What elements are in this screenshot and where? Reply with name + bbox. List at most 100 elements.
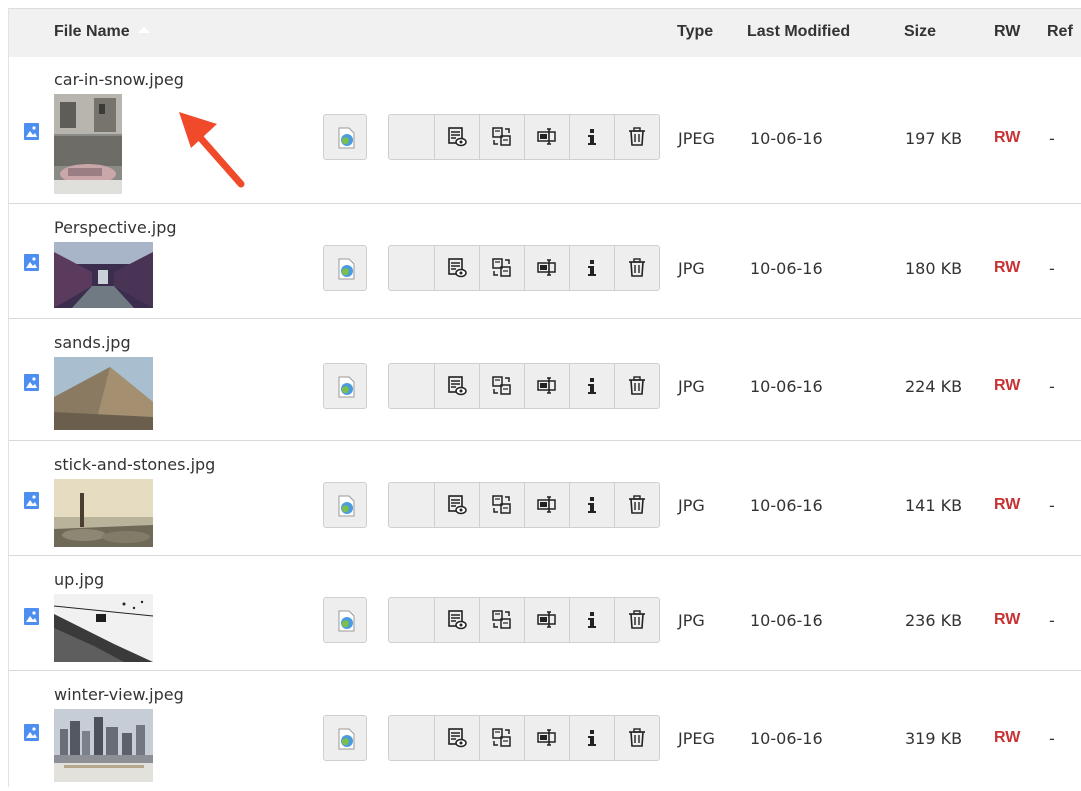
file-name-link[interactable]: winter-view.jpeg — [54, 685, 184, 704]
file-thumbnail[interactable] — [54, 594, 153, 662]
replace-file-icon — [492, 376, 511, 395]
file-references: - — [1049, 611, 1055, 630]
column-header-ref[interactable]: Ref — [1047, 23, 1073, 41]
replace-file-icon — [492, 127, 511, 146]
delete-button[interactable] — [614, 598, 659, 642]
rename-button[interactable] — [524, 716, 569, 760]
image-file-icon — [24, 123, 39, 140]
column-header-size[interactable]: Size — [904, 23, 936, 41]
delete-button[interactable] — [614, 364, 659, 408]
web-view-icon — [338, 728, 355, 750]
web-view-button[interactable] — [323, 363, 367, 409]
blank-action-button[interactable] — [389, 364, 434, 408]
file-references: - — [1049, 129, 1055, 148]
delete-button[interactable] — [614, 716, 659, 760]
column-header-last-modified[interactable]: Last Modified — [747, 23, 850, 41]
sort-ascending-icon — [137, 27, 150, 33]
web-view-button[interactable] — [323, 114, 367, 160]
edit-metadata-button[interactable] — [434, 716, 479, 760]
replace-file-icon — [492, 258, 511, 277]
info-button[interactable] — [569, 115, 614, 159]
web-view-button[interactable] — [323, 597, 367, 643]
rename-button[interactable] — [524, 598, 569, 642]
replace-file-button[interactable] — [479, 364, 524, 408]
trash-icon — [629, 258, 645, 277]
file-list-table: File Name Type Last Modified Size RW Ref… — [8, 8, 1081, 791]
replace-file-icon — [492, 495, 511, 514]
info-icon — [588, 730, 596, 746]
rename-button[interactable] — [524, 364, 569, 408]
edit-metadata-icon — [448, 376, 467, 396]
replace-file-button[interactable] — [479, 716, 524, 760]
info-icon — [588, 497, 596, 513]
file-name-link[interactable]: stick-and-stones.jpg — [54, 455, 215, 474]
edit-metadata-button[interactable] — [434, 483, 479, 527]
file-permission-badge: RW — [994, 729, 1021, 746]
rename-icon — [537, 377, 556, 394]
file-modified-date: 10-06-16 — [750, 611, 823, 630]
file-actions-group — [388, 597, 660, 643]
rename-button[interactable] — [524, 246, 569, 290]
file-type: JPG — [678, 377, 705, 396]
file-size: 319 KB — [905, 729, 963, 748]
edit-metadata-icon — [448, 495, 467, 515]
file-thumbnail[interactable] — [54, 709, 153, 782]
file-actions-group — [388, 114, 660, 160]
edit-metadata-button[interactable] — [434, 246, 479, 290]
file-size: 197 KB — [905, 129, 963, 148]
table-row: sands.jpg JPG 10-06-16 224 KB RW - — [9, 319, 1081, 441]
column-header-file-name[interactable]: File Name — [54, 23, 150, 41]
replace-file-button[interactable] — [479, 598, 524, 642]
delete-button[interactable] — [614, 483, 659, 527]
blank-action-button[interactable] — [389, 246, 434, 290]
delete-button[interactable] — [614, 115, 659, 159]
image-file-icon — [24, 374, 39, 391]
file-references: - — [1049, 496, 1055, 515]
blank-action-button[interactable] — [389, 716, 434, 760]
rename-button[interactable] — [524, 483, 569, 527]
file-name-link[interactable]: car-in-snow.jpeg — [54, 70, 184, 89]
web-view-button[interactable] — [323, 482, 367, 528]
table-row: up.jpg JPG 10-06-16 236 KB RW - — [9, 556, 1081, 671]
delete-button[interactable] — [614, 246, 659, 290]
file-type: JPG — [678, 496, 705, 515]
file-name-link[interactable]: up.jpg — [54, 570, 104, 589]
image-file-icon — [24, 492, 39, 509]
web-view-button[interactable] — [323, 245, 367, 291]
column-header-rw[interactable]: RW — [994, 23, 1020, 41]
file-thumbnail[interactable] — [54, 94, 122, 194]
file-thumbnail[interactable] — [54, 479, 153, 547]
file-references: - — [1049, 259, 1055, 278]
replace-file-button[interactable] — [479, 483, 524, 527]
file-size: 224 KB — [905, 377, 963, 396]
info-button[interactable] — [569, 598, 614, 642]
replace-file-button[interactable] — [479, 246, 524, 290]
rename-button[interactable] — [524, 115, 569, 159]
web-view-button[interactable] — [323, 715, 367, 761]
edit-metadata-icon — [448, 127, 467, 147]
file-modified-date: 10-06-16 — [750, 496, 823, 515]
edit-metadata-button[interactable] — [434, 364, 479, 408]
table-header: File Name Type Last Modified Size RW Ref — [9, 8, 1081, 58]
rename-icon — [537, 496, 556, 513]
edit-metadata-button[interactable] — [434, 598, 479, 642]
info-button[interactable] — [569, 716, 614, 760]
column-header-type[interactable]: Type — [677, 23, 713, 41]
replace-file-button[interactable] — [479, 115, 524, 159]
file-name-link[interactable]: sands.jpg — [54, 333, 131, 352]
blank-action-button[interactable] — [389, 115, 434, 159]
info-button[interactable] — [569, 364, 614, 408]
column-header-file-name-label: File Name — [54, 23, 130, 40]
file-thumbnail[interactable] — [54, 357, 153, 430]
annotation-arrow-icon — [177, 108, 257, 202]
blank-action-button[interactable] — [389, 483, 434, 527]
blank-action-button[interactable] — [389, 598, 434, 642]
info-button[interactable] — [569, 483, 614, 527]
edit-metadata-button[interactable] — [434, 115, 479, 159]
web-view-icon — [338, 258, 355, 280]
file-thumbnail[interactable] — [54, 242, 153, 308]
file-name-link[interactable]: Perspective.jpg — [54, 218, 177, 237]
info-button[interactable] — [569, 246, 614, 290]
trash-icon — [629, 610, 645, 629]
edit-metadata-icon — [448, 610, 467, 630]
